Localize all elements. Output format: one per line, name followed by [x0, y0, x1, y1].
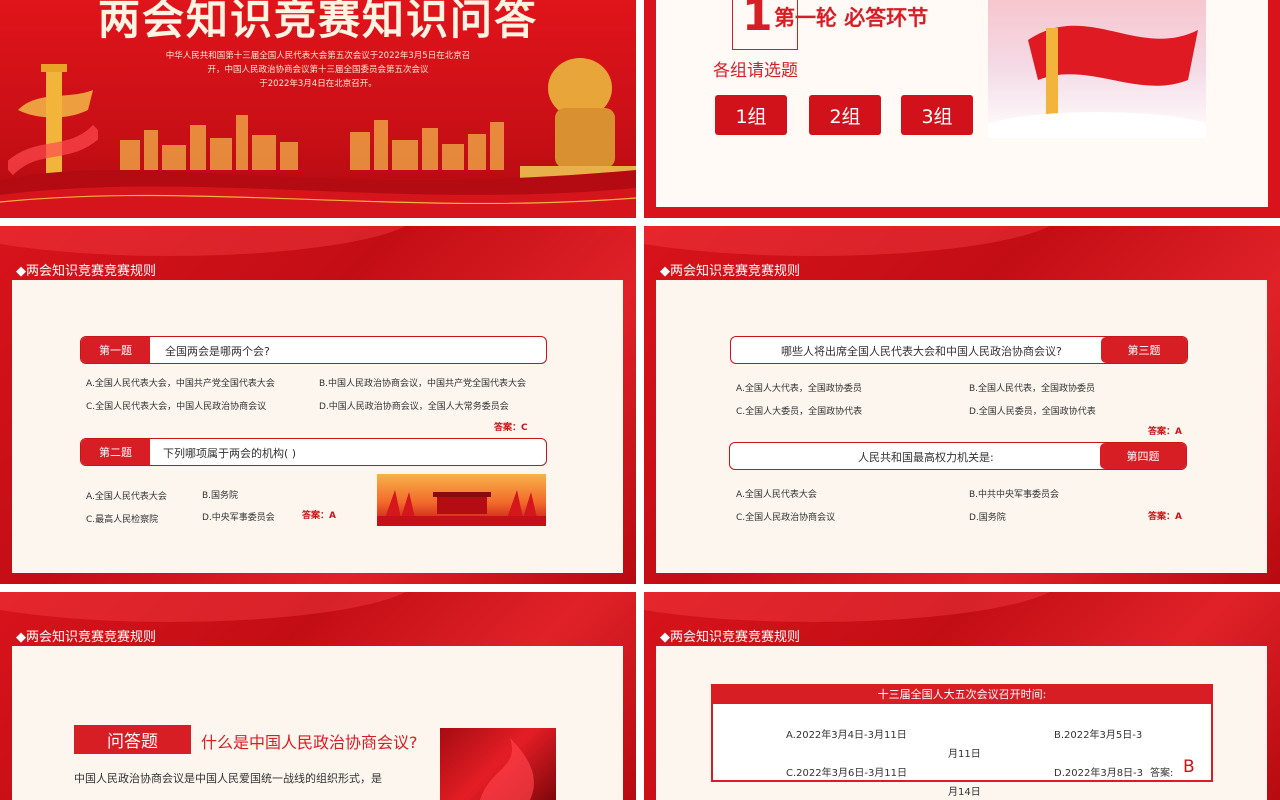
- q3-option-a[interactable]: A.全国人大代表，全国政协委员: [736, 381, 862, 394]
- q2-option-d[interactable]: D.中央军事委员会: [202, 510, 275, 523]
- answer-label: 答案:: [1150, 768, 1174, 779]
- q2-answer: 答案：A: [302, 511, 336, 521]
- q1-answer: 答案：C: [494, 423, 528, 433]
- slide-3-thumbnail[interactable]: ◆两会知识竞赛竞赛规则 第一题 全国两会是哪两个会? A.全国人民代表大会，中国…: [0, 226, 636, 584]
- slide-header: ◆两会知识竞赛竞赛规则: [660, 630, 800, 645]
- slide-3-panel: [12, 280, 623, 573]
- answer-value: B: [1183, 757, 1195, 777]
- q1-option-d[interactable]: D.中国人民政治协商会议，全国人大常务委员会: [319, 399, 509, 412]
- slide-header: ◆两会知识竞赛竞赛规则: [16, 630, 156, 645]
- slide-header: ◆两会知识竞赛竞赛规则: [16, 264, 156, 279]
- group-2-button[interactable]: 2组: [809, 95, 881, 135]
- round-title: 第一轮 必答环节: [774, 6, 929, 30]
- group-3-button[interactable]: 3组: [901, 95, 973, 135]
- option-b[interactable]: B.2022年3月5日-3: [1054, 726, 1142, 741]
- q4-answer: 答案：A: [1148, 512, 1182, 522]
- question-2-bar: 第二题 下列哪项属于两会的机构( ): [80, 438, 547, 466]
- q1-option-c[interactable]: C.全国人民代表大会，中国人民政治协商会议: [86, 399, 266, 412]
- slide-5-thumbnail[interactable]: ◆两会知识竞赛竞赛规则 问答题 什么是中国人民政治协商会议? 中国人民政治协商会…: [0, 592, 636, 800]
- question-3-tag: 第三题: [1101, 337, 1187, 363]
- question-3-text: 哪些人将出席全国人民代表大会和中国人民政治协商会议?: [781, 345, 1062, 358]
- q3-answer: 答案：A: [1148, 427, 1182, 437]
- qa-question: 什么是中国人民政治协商会议?: [201, 733, 418, 752]
- qa-body: 中国人民政治协商会议是中国人民爱国统一战线的组织形式，是: [74, 772, 382, 785]
- q3-option-b[interactable]: B.全国人民代表，全国政协委员: [969, 381, 1095, 394]
- question-4-bar: 人民共和国最高权力机关是: 第四题: [729, 442, 1187, 470]
- question-box: 十三届全国人大五次会议召开时间: A.2022年3月4日-3月11日 B.202…: [711, 684, 1213, 782]
- q4-option-d[interactable]: D.国务院: [969, 510, 1006, 523]
- q1-option-a[interactable]: A.全国人民代表大会，中国共产党全国代表大会: [86, 376, 275, 389]
- question-1-bar: 第一题 全国两会是哪两个会?: [80, 336, 547, 364]
- slide-2-thumbnail[interactable]: 1 第一轮 必答环节 各组请选题 1组 2组 3组: [644, 0, 1280, 218]
- q4-option-c[interactable]: C.全国人民政治协商会议: [736, 510, 835, 523]
- question-4-tag: 第四题: [1100, 443, 1186, 469]
- slide-1-thumbnail[interactable]: 两会知识竞赛知识问答 中华人民共和国第十三届全国人民代表大会第五次会议于2022…: [0, 0, 636, 218]
- option-d-continued: 月14日: [948, 787, 981, 798]
- select-prompt: 各组请选题: [713, 61, 798, 81]
- option-c[interactable]: C.2022年3月6日-3月11日: [786, 764, 907, 779]
- q1-option-b[interactable]: B.中国人民政治协商会议，中国共产党全国代表大会: [319, 376, 526, 389]
- qa-tag: 问答题: [74, 725, 191, 754]
- flag-column-image: [988, 0, 1206, 138]
- question-4-text: 人民共和国最高权力机关是:: [858, 451, 994, 464]
- question-box-title: 十三届全国人大五次会议召开时间:: [711, 684, 1213, 704]
- q2-option-b[interactable]: B.国务院: [202, 488, 238, 501]
- q3-option-d[interactable]: D.全国人民委员，全国政协代表: [969, 404, 1096, 417]
- q4-option-b[interactable]: B.中共中央军事委员会: [969, 487, 1059, 500]
- option-b-continued: 月11日: [948, 749, 981, 760]
- slide-1-subtitle: 中华人民共和国第十三届全国人民代表大会第五次会议于2022年3月5日在北京召 开…: [165, 51, 471, 89]
- slide-header: ◆两会知识竞赛竞赛规则: [660, 264, 800, 279]
- q2-option-a[interactable]: A.全国人民代表大会: [86, 489, 167, 502]
- q2-option-c[interactable]: C.最高人民检察院: [86, 512, 158, 525]
- red-silk-image: [440, 728, 556, 800]
- red-waves-decoration: [0, 170, 636, 218]
- group-1-button[interactable]: 1组: [715, 95, 787, 135]
- option-d[interactable]: D.2022年3月8日-3: [1054, 764, 1143, 779]
- slide-6-thumbnail[interactable]: ◆两会知识竞赛竞赛规则 十三届全国人大五次会议召开时间: A.2022年3月4日…: [644, 592, 1280, 800]
- question-2-text: 下列哪项属于两会的机构( ): [163, 447, 297, 460]
- question-1-text: 全国两会是哪两个会?: [165, 345, 270, 358]
- question-3-bar: 哪些人将出席全国人民代表大会和中国人民政治协商会议? 第三题: [730, 336, 1188, 364]
- tiananmen-image: [377, 474, 546, 526]
- option-a[interactable]: A.2022年3月4日-3月11日: [786, 726, 907, 741]
- question-2-tag: 第二题: [81, 439, 150, 465]
- slide-4-thumbnail[interactable]: ◆两会知识竞赛竞赛规则 哪些人将出席全国人民代表大会和中国人民政治协商会议? 第…: [644, 226, 1280, 584]
- slide-1-title: 两会知识竞赛知识问答: [97, 0, 538, 44]
- question-1-tag: 第一题: [81, 337, 150, 363]
- q3-option-c[interactable]: C.全国人大委员，全国政协代表: [736, 404, 862, 417]
- round-number: 1: [742, 0, 773, 41]
- q4-option-a[interactable]: A.全国人民代表大会: [736, 487, 817, 500]
